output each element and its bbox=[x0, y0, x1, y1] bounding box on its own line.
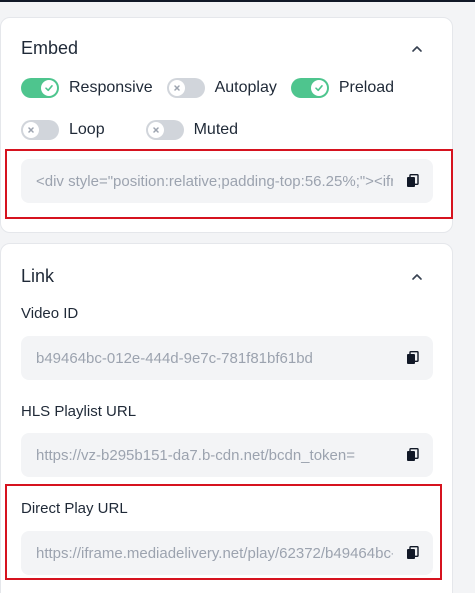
embed-toggle-row-1: Responsive Autoplay Preload bbox=[21, 78, 408, 98]
responsive-switch[interactable] bbox=[21, 78, 59, 98]
direct-play-url-label: Direct Play URL bbox=[21, 500, 128, 517]
preload-label: Preload bbox=[338, 79, 395, 96]
link-title: Link bbox=[21, 266, 55, 286]
embed-title: Embed bbox=[21, 38, 79, 58]
copy-icon bbox=[407, 546, 419, 559]
copy-embed-code-button[interactable] bbox=[393, 159, 433, 203]
toggle-loop[interactable]: Loop bbox=[21, 120, 105, 140]
hls-playlist-url-label: HLS Playlist URL bbox=[21, 403, 137, 420]
copy-icon bbox=[407, 351, 419, 364]
video-id-value[interactable]: b49464bc-012e-444d-9e7c-781f81bf61bd bbox=[21, 350, 393, 367]
x-icon bbox=[23, 122, 39, 138]
link-collapse-chevron-up-icon[interactable] bbox=[410, 270, 424, 284]
toggle-responsive[interactable]: Responsive bbox=[21, 78, 153, 98]
loop-switch[interactable] bbox=[21, 120, 59, 140]
video-settings-panel: Embed Responsive Autoplay Preload Loop M… bbox=[0, 0, 475, 593]
x-icon bbox=[168, 80, 185, 96]
hls-playlist-url-value[interactable]: https://vz-b295b151-da7.b-cdn.net/bcdn_t… bbox=[21, 447, 393, 464]
direct-play-url-value[interactable]: https://iframe.mediadelivery.net/play/62… bbox=[21, 545, 393, 562]
responsive-label: Responsive bbox=[69, 79, 153, 96]
copy-video-id-button[interactable] bbox=[393, 336, 433, 380]
autoplay-switch[interactable] bbox=[166, 78, 205, 98]
toggle-preload[interactable]: Preload bbox=[290, 78, 395, 98]
copy-icon bbox=[407, 174, 419, 187]
embed-toggle-row-2: Loop Muted bbox=[21, 120, 252, 140]
embed-collapse-chevron-up-icon[interactable] bbox=[410, 42, 424, 56]
top-divider bbox=[0, 0, 475, 2]
direct-play-url-field[interactable]: https://iframe.mediadelivery.net/play/62… bbox=[21, 531, 433, 575]
embed-code-value[interactable]: <div style="position:relative;padding-to… bbox=[21, 173, 393, 190]
check-icon bbox=[41, 80, 57, 96]
loop-label: Loop bbox=[69, 121, 105, 138]
check-icon bbox=[310, 80, 327, 96]
preload-switch[interactable] bbox=[290, 78, 329, 98]
x-icon bbox=[147, 122, 164, 138]
video-id-field[interactable]: b49464bc-012e-444d-9e7c-781f81bf61bd bbox=[21, 336, 433, 380]
toggle-muted[interactable]: Muted bbox=[145, 120, 239, 140]
muted-switch[interactable] bbox=[145, 120, 184, 140]
toggle-autoplay[interactable]: Autoplay bbox=[166, 78, 277, 98]
video-id-label: Video ID bbox=[21, 305, 79, 322]
muted-label: Muted bbox=[193, 121, 239, 138]
embed-card: Embed Responsive Autoplay Preload Loop M… bbox=[0, 17, 453, 233]
hls-playlist-url-field[interactable]: https://vz-b295b151-da7.b-cdn.net/bcdn_t… bbox=[21, 433, 433, 477]
copy-direct-play-url-button[interactable] bbox=[393, 531, 433, 575]
copy-hls-url-button[interactable] bbox=[393, 433, 433, 477]
link-card: Link Video ID b49464bc-012e-444d-9e7c-78… bbox=[0, 243, 453, 593]
embed-code-field[interactable]: <div style="position:relative;padding-to… bbox=[21, 159, 433, 203]
autoplay-label: Autoplay bbox=[214, 79, 277, 96]
copy-icon bbox=[407, 448, 419, 461]
